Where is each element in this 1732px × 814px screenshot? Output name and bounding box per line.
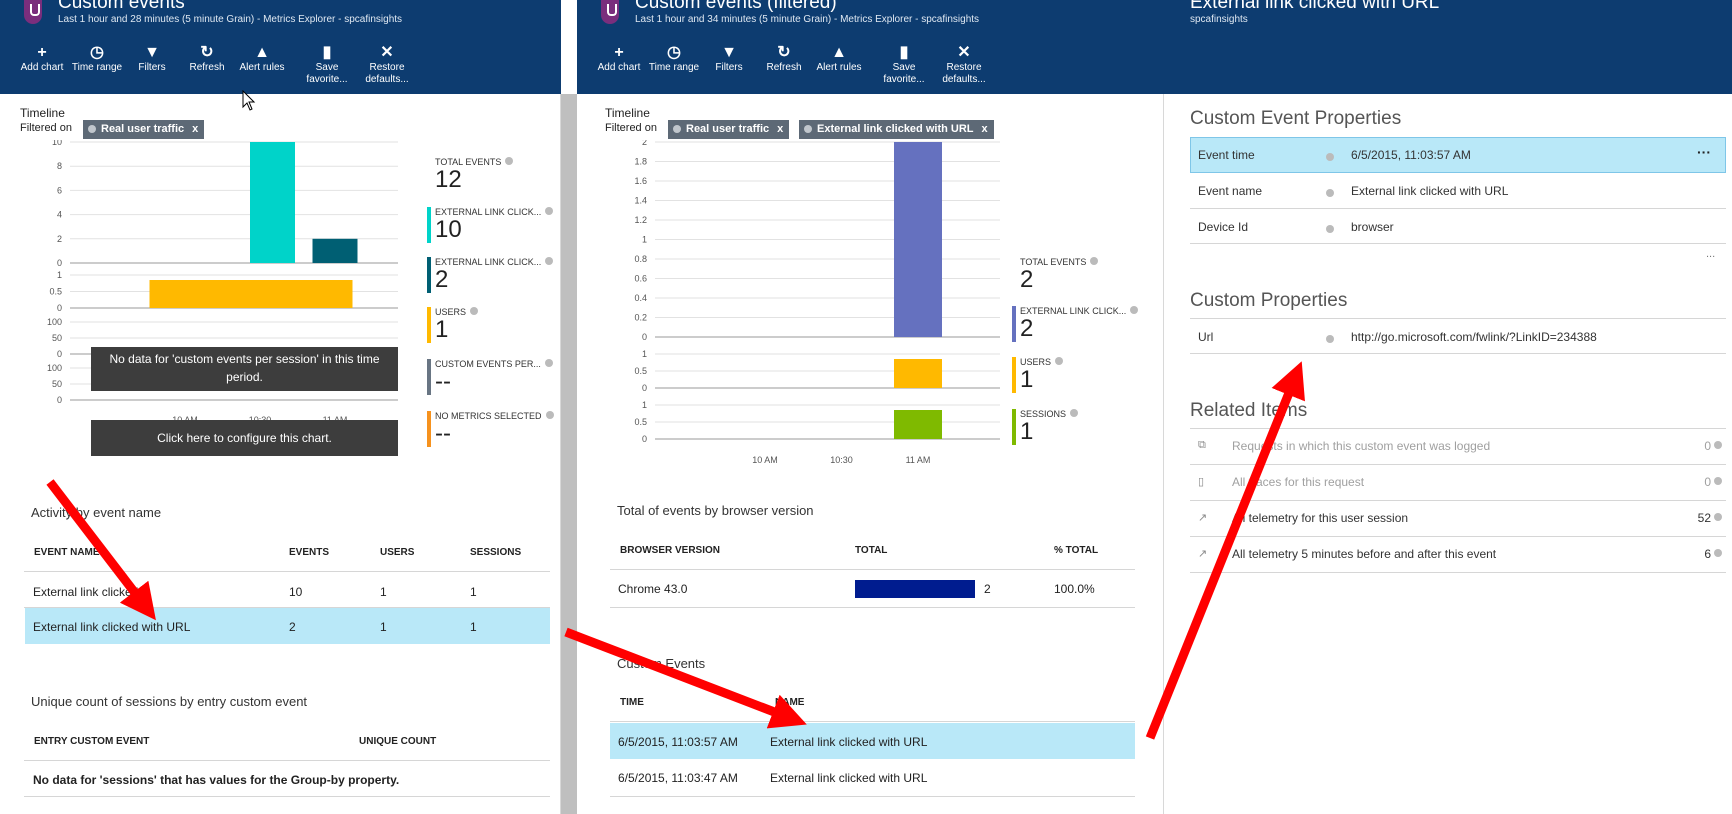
arrow-to-url-property [1145, 361, 1305, 740]
arrow-to-activity-row [46, 479, 156, 621]
arrow-to-event-row [564, 627, 807, 729]
mouse-cursor-icon [242, 90, 256, 111]
annotation-arrows [46, 361, 1305, 740]
